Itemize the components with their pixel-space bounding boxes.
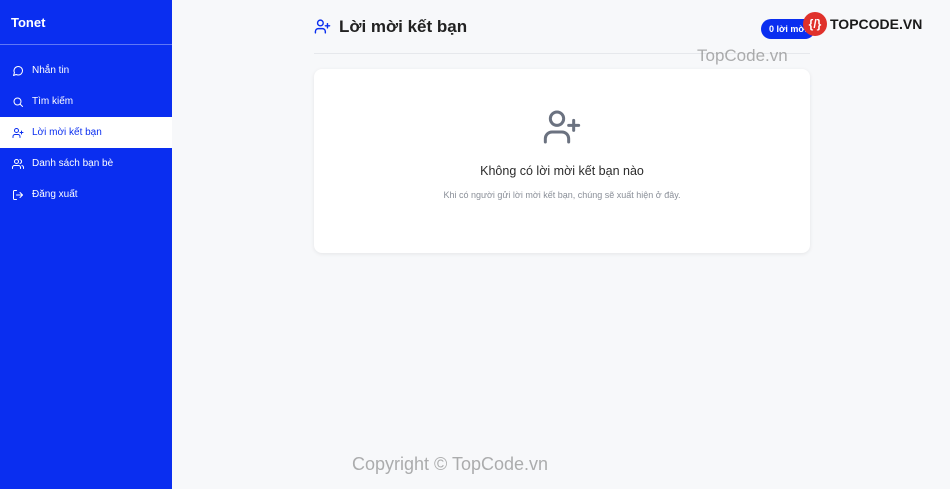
sidebar-item-label: Danh sách bạn bè bbox=[32, 158, 114, 169]
sidebar-item-messages[interactable]: Nhắn tin bbox=[0, 55, 172, 86]
sidebar-item-logout[interactable]: Đăng xuất bbox=[0, 179, 172, 210]
user-plus-icon bbox=[543, 110, 581, 144]
user-plus-icon bbox=[314, 19, 331, 34]
users-icon bbox=[12, 158, 24, 169]
sidebar-item-label: Nhắn tin bbox=[32, 65, 70, 76]
watermark-text: TopCode.vn bbox=[697, 46, 788, 65]
chat-bubble-icon bbox=[13, 65, 24, 76]
sidebar: Tonet Nhắn tin Tìm kiếm Lời mời kết bạn … bbox=[0, 0, 172, 489]
sidebar-nav: Nhắn tin Tìm kiếm Lời mời kết bạn Danh s… bbox=[0, 55, 172, 210]
sidebar-item-label: Lời mời kết bạn bbox=[32, 127, 102, 138]
sidebar-item-search[interactable]: Tìm kiếm bbox=[0, 86, 172, 117]
empty-state-title: Không có lời mời kết bạn nào bbox=[480, 164, 644, 178]
main-content: Lời mời kết bạn 0 lời mời Không có lời m… bbox=[172, 0, 950, 489]
topcode-logo-mark: {/} bbox=[803, 12, 827, 36]
topcode-logo: {/} TOPCODE.VN bbox=[803, 12, 922, 36]
user-plus-icon bbox=[12, 127, 24, 138]
sidebar-item-friend-requests[interactable]: Lời mời kết bạn bbox=[0, 117, 172, 148]
sidebar-item-label: Tìm kiếm bbox=[32, 96, 74, 107]
page-title: Lời mời kết bạn bbox=[339, 16, 468, 36]
empty-state-card: Không có lời mời kết bạn nào Khi có ngườ… bbox=[314, 69, 810, 253]
copyright-watermark: Copyright © TopCode.vn bbox=[352, 454, 549, 474]
brand-title: Tonet bbox=[0, 0, 172, 45]
search-icon bbox=[13, 97, 23, 107]
empty-state-description: Khi có người gửi lời mời kết bạn, chúng … bbox=[443, 190, 681, 200]
topcode-logo-text: TOPCODE.VN bbox=[830, 16, 923, 32]
logout-icon bbox=[13, 189, 23, 200]
sidebar-item-label: Đăng xuất bbox=[32, 189, 78, 200]
sidebar-item-friends-list[interactable]: Danh sách bạn bè bbox=[0, 148, 172, 179]
